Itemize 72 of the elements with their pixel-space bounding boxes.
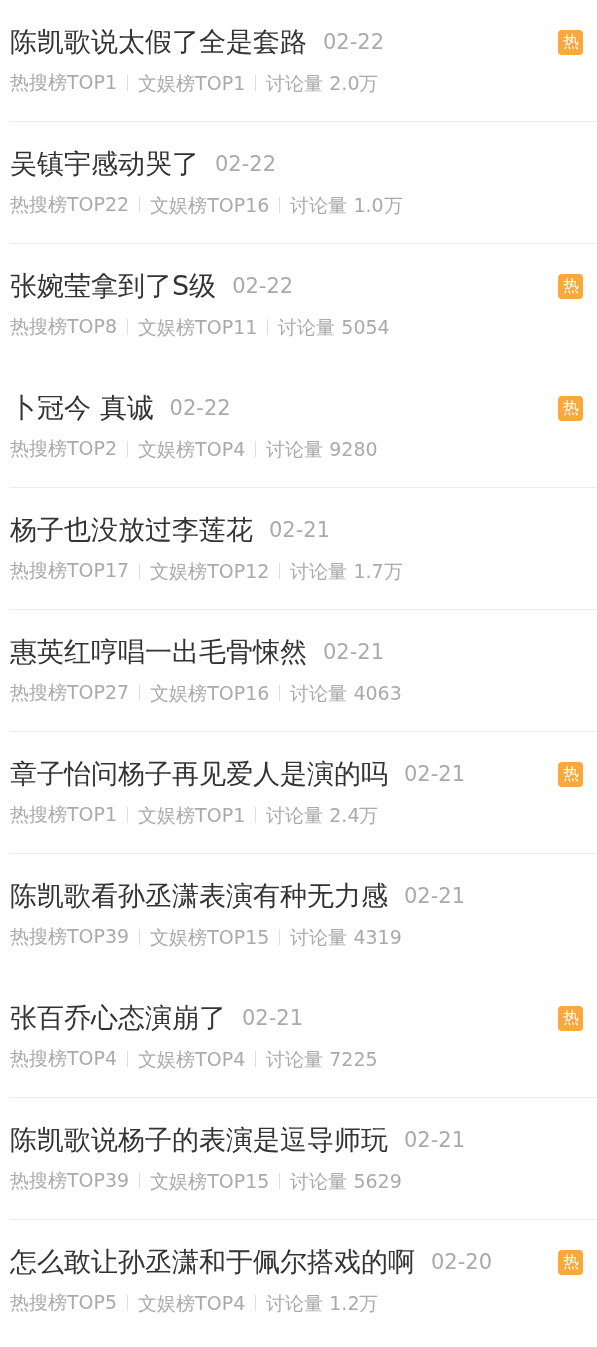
- hot-badge: 热: [558, 395, 583, 421]
- topic-date: 02-22: [169, 396, 231, 420]
- list-item[interactable]: 陈凯歌说太假了全是套路 02-22 热 热搜榜TOP1 文娱榜TOP1 讨论量 2.0万: [10, 0, 597, 122]
- topic-title: 张百乔心态演崩了: [10, 1001, 226, 1035]
- topic-stat: 热搜榜TOP17: [10, 558, 130, 583]
- topic-stat: 讨论量 7225: [255, 1051, 378, 1067]
- topic-stat: 文娱榜TOP15: [139, 1173, 270, 1189]
- topic-stat: 讨论量 4319: [279, 929, 402, 945]
- topic-stat: 热搜榜TOP22: [10, 192, 130, 217]
- list-item[interactable]: 卜冠今 真诚 02-22 热 热搜榜TOP2 文娱榜TOP4 讨论量 9280: [10, 366, 597, 488]
- topic-title: 陈凯歌看孙丞潇表演有种无力感: [10, 879, 388, 913]
- topic-stat: 热搜榜TOP5: [10, 1290, 118, 1315]
- topic-title: 惠英红哼唱一出毛骨悚然: [10, 635, 307, 669]
- topic-stat: 热搜榜TOP8: [10, 314, 118, 339]
- hot-badge: 热: [558, 1249, 583, 1275]
- topic-date: 02-21: [404, 884, 466, 908]
- list-item[interactable]: 张婉莹拿到了S级 02-22 热 热搜榜TOP8 文娱榜TOP11 讨论量 5054: [10, 244, 597, 366]
- topic-stat: 热搜榜TOP2: [10, 436, 118, 461]
- list-item[interactable]: 陈凯歌看孙丞潇表演有种无力感 02-21 热搜榜TOP39 文娱榜TOP15 讨论量 4319: [10, 854, 597, 976]
- topic-stat: 文娱榜TOP12: [139, 563, 270, 579]
- topic-date: 02-21: [404, 1128, 466, 1152]
- topic-date: 02-22: [215, 152, 277, 176]
- topic-stat: 讨论量 9280: [255, 441, 378, 457]
- topic-stat: 讨论量 4063: [279, 685, 402, 701]
- topic-stat: 文娱榜TOP4: [127, 1051, 246, 1067]
- topic-title: 章子怡问杨子再见爱人是演的吗: [10, 757, 388, 791]
- topic-stat: 热搜榜TOP27: [10, 680, 130, 705]
- topic-title: 怎么敢让孙丞潇和于佩尔搭戏的啊: [10, 1245, 415, 1279]
- topic-date: 02-21: [242, 1006, 304, 1030]
- topic-stat: 热搜榜TOP39: [10, 924, 130, 949]
- hot-badge: 热: [558, 1005, 583, 1031]
- topic-stat: 文娱榜TOP11: [127, 319, 258, 335]
- topic-stat: 文娱榜TOP4: [127, 441, 246, 457]
- topic-stat: 文娱榜TOP4: [127, 1295, 246, 1311]
- topic-stat: 讨论量 5629: [279, 1173, 402, 1189]
- list-item[interactable]: 杨子也没放过李莲花 02-21 热搜榜TOP17 文娱榜TOP12 讨论量 1.7万: [10, 488, 597, 610]
- topic-title: 卜冠今 真诚: [10, 391, 154, 425]
- list-item[interactable]: 怎么敢让孙丞潇和于佩尔搭戏的啊 02-20 热 热搜榜TOP5 文娱榜TOP4 讨论量 1.2万: [10, 1220, 597, 1342]
- topic-date: 02-21: [269, 518, 331, 542]
- topic-stat: 讨论量 1.7万: [279, 563, 403, 579]
- topic-stat: 文娱榜TOP15: [139, 929, 270, 945]
- list-item[interactable]: 惠英红哼唱一出毛骨悚然 02-21 热搜榜TOP27 文娱榜TOP16 讨论量 4063: [10, 610, 597, 732]
- topic-stat: 热搜榜TOP1: [10, 70, 118, 95]
- topic-stat: 讨论量 1.2万: [255, 1295, 379, 1311]
- topic-stat: 讨论量 1.0万: [279, 197, 403, 213]
- topic-date: 02-22: [232, 274, 294, 298]
- topic-title: 杨子也没放过李莲花: [10, 513, 253, 547]
- topic-stat: 文娱榜TOP1: [127, 807, 246, 823]
- list-item[interactable]: 吴镇宇感动哭了 02-22 热搜榜TOP22 文娱榜TOP16 讨论量 1.0万: [10, 122, 597, 244]
- hot-badge: 热: [558, 273, 583, 299]
- topic-title: 陈凯歌说杨子的表演是逗导师玩: [10, 1123, 388, 1157]
- list-item[interactable]: 章子怡问杨子再见爱人是演的吗 02-21 热 热搜榜TOP1 文娱榜TOP1 讨论量 2.4万: [10, 732, 597, 854]
- topic-date: 02-21: [404, 762, 466, 786]
- topic-stat: 文娱榜TOP16: [139, 685, 270, 701]
- topic-stat: 热搜榜TOP39: [10, 1168, 130, 1193]
- topic-date: 02-21: [323, 640, 385, 664]
- topic-stat: 热搜榜TOP1: [10, 802, 118, 827]
- topic-stat: 讨论量 2.4万: [255, 807, 379, 823]
- topic-title: 陈凯歌说太假了全是套路: [10, 25, 307, 59]
- topic-title: 张婉莹拿到了S级: [10, 269, 217, 303]
- topic-stat: 文娱榜TOP1: [127, 75, 246, 91]
- topic-date: 02-20: [431, 1250, 493, 1274]
- list-item[interactable]: 陈凯歌说杨子的表演是逗导师玩 02-21 热搜榜TOP39 文娱榜TOP15 讨论量 5629: [10, 1098, 597, 1220]
- topic-stat: 热搜榜TOP4: [10, 1046, 118, 1071]
- list-item[interactable]: 张百乔心态演崩了 02-21 热 热搜榜TOP4 文娱榜TOP4 讨论量 7225: [10, 976, 597, 1098]
- topic-date: 02-22: [323, 30, 385, 54]
- topic-stat: 讨论量 2.0万: [255, 75, 379, 91]
- hot-badge: 热: [558, 761, 583, 787]
- topic-stat: 讨论量 5054: [267, 319, 390, 335]
- topic-stat: 文娱榜TOP16: [139, 197, 270, 213]
- hot-badge: 热: [558, 29, 583, 55]
- topic-title: 吴镇宇感动哭了: [10, 147, 199, 181]
